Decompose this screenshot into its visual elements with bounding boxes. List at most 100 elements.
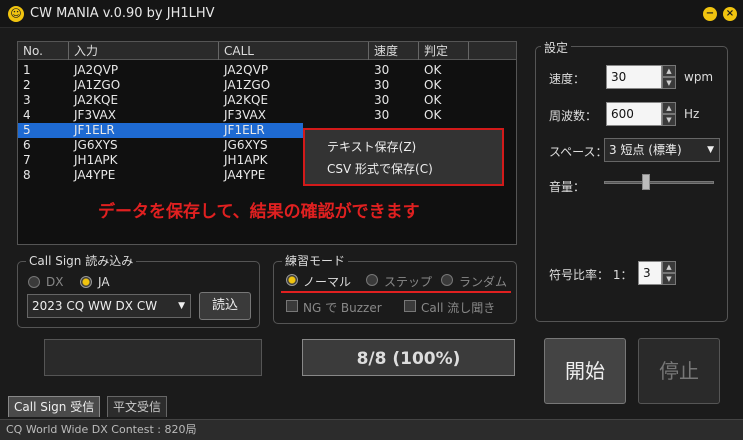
progress-bar: 8/8 (100%) <box>302 339 515 376</box>
table-cell-result: OK <box>424 93 442 107</box>
freq-input[interactable]: 600 <box>606 102 662 126</box>
ratio-label: 符号比率： 1： <box>549 268 633 282</box>
table-cell-input: JA1ZGO <box>74 78 121 92</box>
col-call[interactable]: CALL <box>219 42 369 60</box>
callsign-group-title: Call Sign 読み込み <box>26 252 137 269</box>
col-no[interactable]: No. <box>18 42 69 60</box>
col-input[interactable]: 入力 <box>69 42 219 60</box>
table-row[interactable]: 1 JA2QVP JA2QVP 30 OK <box>18 63 516 78</box>
freq-label: 周波数： <box>549 109 598 123</box>
status-bar: CQ World Wide DX Contest : 820局 <box>0 419 743 440</box>
table-row[interactable]: 3 JA2KQE JA2KQE 30 OK <box>18 93 516 108</box>
table-cell-no: 6 <box>23 138 31 152</box>
stop-button[interactable]: 停止 <box>638 338 720 404</box>
table-cell-input: JA2KQE <box>74 93 119 107</box>
display-panel <box>44 339 262 376</box>
table-cell-input: JA4YPE <box>74 168 116 182</box>
space-select[interactable]: 3 短点 (標準) ▼ <box>604 138 720 162</box>
volume-slider[interactable] <box>642 174 650 190</box>
window-title: CW MANIA v.0.90 by JH1LHV <box>30 6 215 21</box>
radio-dx-label: DX <box>46 275 64 289</box>
tab-plaintext[interactable]: 平文受信 <box>107 396 168 417</box>
table-cell-call: JF3VAX <box>224 108 266 122</box>
chevron-down-icon: ▼ <box>178 301 185 311</box>
volume-label: 音量： <box>549 180 586 194</box>
ratio-up-icon[interactable]: ▲ <box>662 261 676 273</box>
col-result[interactable]: 判定 <box>419 42 469 60</box>
radio-normal[interactable] <box>286 274 298 286</box>
contest-select-value: 2023 CQ WW DX CW <box>32 299 158 313</box>
volume-track <box>604 181 714 184</box>
space-label: スペース： <box>549 145 608 159</box>
table-cell-speed: 30 <box>374 93 390 107</box>
radio-ja[interactable] <box>80 276 92 288</box>
menu-item-save-csv[interactable]: CSV 形式で保存(C) <box>327 160 433 177</box>
start-button[interactable]: 開始 <box>544 338 626 404</box>
practice-group-title: 練習モード <box>282 252 349 269</box>
radio-random-label: ランダム <box>459 275 508 289</box>
table-cell-result: OK <box>424 63 442 77</box>
speed-label: 速度： <box>549 72 586 86</box>
table-cell-input: JF1ELR <box>74 123 115 137</box>
annotation-underline <box>281 291 511 293</box>
table-cell-input: JH1APK <box>74 153 118 167</box>
context-menu: テキスト保存(Z) CSV 形式で保存(C) <box>303 128 504 186</box>
checkbox-call-listen-label: Call 流し聞き <box>421 301 496 315</box>
table-cell-no: 1 <box>23 63 31 77</box>
table-cell-result: OK <box>424 108 442 122</box>
table-cell-no: 5 <box>23 123 31 137</box>
table-cell-speed: 30 <box>374 63 390 77</box>
minimize-icon[interactable]: − <box>703 7 717 21</box>
table-cell-call: JF1ELR <box>224 123 265 137</box>
table-row[interactable]: 4 JF3VAX JF3VAX 30 OK <box>18 108 516 123</box>
radio-normal-label: ノーマル <box>303 275 352 289</box>
ratio-input[interactable]: 3 <box>638 261 662 285</box>
table-cell-input: JF3VAX <box>74 108 116 122</box>
table-row[interactable]: 2 JA1ZGO JA1ZGO 30 OK <box>18 78 516 93</box>
table-cell-no: 4 <box>23 108 31 122</box>
radio-dx[interactable] <box>28 276 40 288</box>
settings-title: 設定 <box>541 39 572 56</box>
table-cell-call: JA2KQE <box>224 93 269 107</box>
table-cell-input: JG6XYS <box>74 138 118 152</box>
contest-select[interactable]: 2023 CQ WW DX CW ▼ <box>27 294 191 318</box>
tab-callsign[interactable]: Call Sign 受信 <box>8 396 101 417</box>
speed-input[interactable]: 30 <box>606 65 662 89</box>
radio-ja-label: JA <box>98 275 110 289</box>
table-cell-call: JA2QVP <box>224 63 269 77</box>
table-cell-no: 2 <box>23 78 31 92</box>
table-cell-call: JG6XYS <box>224 138 268 152</box>
checkbox-call-listen[interactable] <box>404 300 416 312</box>
radio-step[interactable] <box>366 274 378 286</box>
close-icon[interactable]: × <box>723 7 737 21</box>
freq-unit: Hz <box>684 107 700 121</box>
progress-text: 8/8 (100%) <box>356 349 461 369</box>
space-select-value: 3 短点 (標準) <box>609 143 682 157</box>
smiley-icon: ☺ <box>8 6 24 22</box>
freq-up-icon[interactable]: ▲ <box>662 102 676 114</box>
table-cell-no: 8 <box>23 168 31 182</box>
speed-up-icon[interactable]: ▲ <box>662 65 676 77</box>
checkbox-ng-buzzer[interactable] <box>286 300 298 312</box>
table-cell-no: 7 <box>23 153 31 167</box>
annotation-text: データを保存して、結果の確認ができます <box>98 202 420 222</box>
table-cell-call: JA1ZGO <box>224 78 271 92</box>
table-cell-speed: 30 <box>374 108 390 122</box>
radio-step-label: ステップ <box>384 275 433 289</box>
table-cell-input: JA2QVP <box>74 63 119 77</box>
table-cell-no: 3 <box>23 93 31 107</box>
col-speed[interactable]: 速度 <box>369 42 419 60</box>
speed-unit: wpm <box>684 70 714 84</box>
list-header: No. 入力 CALL 速度 判定 <box>18 42 516 60</box>
ratio-down-icon[interactable]: ▼ <box>662 273 676 285</box>
menu-item-save-text[interactable]: テキスト保存(Z) <box>327 138 416 155</box>
radio-random[interactable] <box>441 274 453 286</box>
title-bar: ☺ CW MANIA v.0.90 by JH1LHV − × <box>0 0 743 28</box>
load-button[interactable]: 読込 <box>199 292 251 320</box>
table-cell-result: OK <box>424 78 442 92</box>
freq-down-icon[interactable]: ▼ <box>662 114 676 126</box>
table-cell-call: JH1APK <box>224 153 268 167</box>
speed-down-icon[interactable]: ▼ <box>662 77 676 89</box>
table-cell-speed: 30 <box>374 78 390 92</box>
chevron-down-icon: ▼ <box>707 145 714 155</box>
